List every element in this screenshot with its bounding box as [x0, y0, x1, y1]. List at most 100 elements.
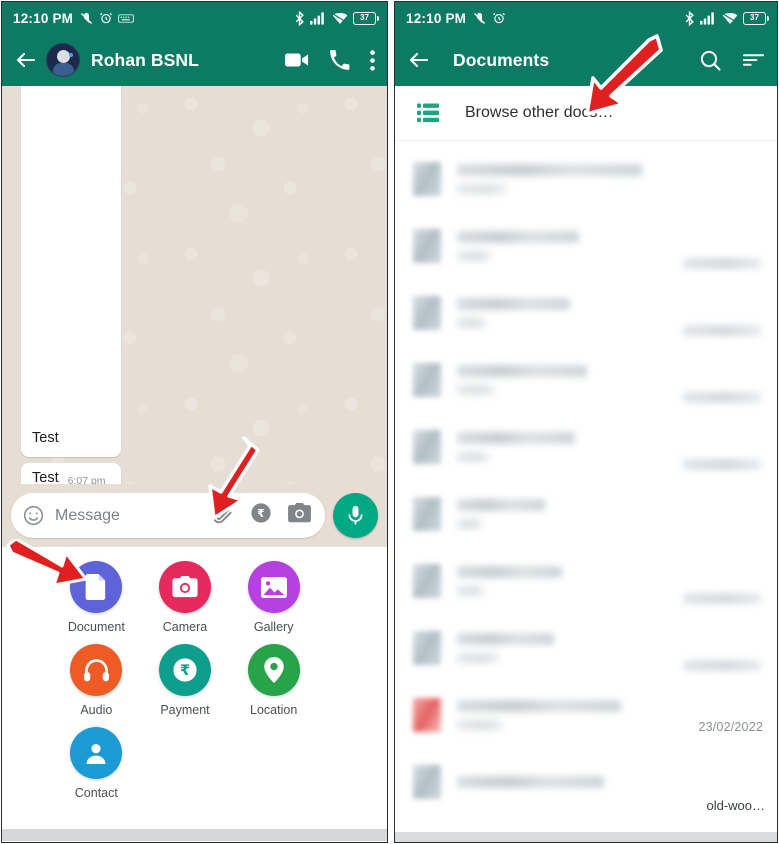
- overflow-menu-button[interactable]: [370, 49, 375, 71]
- payment-button[interactable]: ₹: [250, 502, 272, 529]
- message-input[interactable]: Message: [55, 507, 201, 525]
- document-meta: [457, 632, 667, 663]
- document-list-item[interactable]: 23/02/2022: [395, 681, 777, 748]
- attachment-label: Document: [67, 620, 125, 634]
- location-pin-icon: [263, 657, 284, 683]
- voice-call-button[interactable]: [329, 49, 350, 71]
- contact-circle: [70, 727, 123, 779]
- attachment-option-document[interactable]: Document: [52, 561, 141, 634]
- signal-icon: [700, 12, 714, 25]
- attachment-label: Audio: [80, 703, 113, 717]
- document-meta: [457, 498, 667, 529]
- status-bar-time: 12:10 PM: [406, 10, 467, 26]
- message-bubble-incoming-1[interactable]: Test: [21, 86, 121, 457]
- document-list-item[interactable]: [395, 614, 777, 681]
- status-bar-left-icons: [79, 11, 135, 26]
- document-list-item[interactable]: [395, 279, 777, 346]
- sort-icon: [742, 54, 765, 66]
- voice-record-button[interactable]: [333, 493, 378, 538]
- chat-message-area: Test Test 6:07 pm: [2, 86, 387, 484]
- document-date: 23/02/2022: [698, 720, 763, 734]
- message-text: Test: [32, 470, 59, 484]
- attachment-label: Gallery: [253, 620, 294, 634]
- document-sub-redacted: [457, 652, 499, 663]
- document-meta: [457, 163, 667, 194]
- attachment-option-gallery[interactable]: Gallery: [229, 561, 318, 634]
- document-circle: [70, 561, 123, 613]
- gallery-circle: [247, 561, 300, 613]
- document-name-redacted: [457, 431, 575, 444]
- alarm-icon: [100, 12, 113, 24]
- document-name-redacted: [457, 775, 604, 788]
- document-sub-redacted: [457, 317, 487, 328]
- document-name-redacted: [457, 163, 642, 176]
- document-list-item[interactable]: [395, 413, 777, 480]
- wifi-icon: [722, 12, 738, 24]
- mute-icon: [474, 12, 486, 24]
- whatsapp-chat-screen: 12:10 PM 37 Rohan BSNL Test Test 6:07 pm…: [1, 1, 388, 843]
- document-meta: [457, 565, 667, 596]
- emoji-button[interactable]: [22, 504, 45, 527]
- chat-app-bar: Rohan BSNL: [2, 34, 387, 86]
- attach-button[interactable]: [211, 502, 234, 530]
- battery-level: 37: [750, 13, 759, 22]
- paperclip-icon: [212, 502, 232, 523]
- document-size-redacted: [683, 258, 761, 269]
- battery-icon: 37: [353, 11, 379, 25]
- alarm-icon: [493, 12, 506, 24]
- message-input-pill[interactable]: Message ₹: [11, 493, 325, 538]
- document-list-item[interactable]: old-woo…: [395, 748, 777, 815]
- attachment-option-location[interactable]: Location: [229, 644, 318, 717]
- person-icon: [86, 744, 106, 764]
- document-meta: [457, 297, 667, 328]
- camera-icon: [288, 503, 311, 523]
- document-list-item[interactable]: [395, 480, 777, 547]
- document-name-redacted: [457, 565, 562, 578]
- message-bubble-incoming-2[interactable]: Test 6:07 pm: [21, 463, 121, 484]
- status-bar: 12:10 PM 37: [395, 2, 777, 34]
- browse-other-docs-row[interactable]: Browse other docs…: [395, 86, 777, 141]
- overflow-menu-icon: [370, 49, 375, 71]
- camera-icon: [172, 576, 198, 598]
- document-list-item[interactable]: [395, 547, 777, 614]
- avatar-head: [57, 50, 70, 63]
- document-thumbnail: [413, 697, 441, 732]
- avatar-accent: [69, 53, 73, 57]
- contact-avatar[interactable]: [46, 43, 80, 77]
- microphone-icon: [348, 505, 363, 525]
- battery-level: 37: [360, 13, 369, 22]
- back-icon[interactable]: [14, 48, 38, 72]
- document-size-redacted: [683, 392, 761, 403]
- status-bar-right-icons: 37: [294, 10, 379, 26]
- audio-circle: [70, 644, 123, 696]
- document-list-item[interactable]: [395, 212, 777, 279]
- composer-actions: ₹: [211, 502, 311, 530]
- back-icon[interactable]: [407, 48, 431, 72]
- document-name-redacted: [457, 699, 621, 712]
- attachment-option-camera[interactable]: Camera: [141, 561, 230, 634]
- document-list-item[interactable]: [395, 145, 777, 212]
- battery-icon: 37: [743, 11, 769, 25]
- attachment-option-payment[interactable]: ₹ Payment: [141, 644, 230, 717]
- attachment-option-contact[interactable]: Contact: [52, 727, 141, 800]
- document-size-redacted: [683, 593, 761, 604]
- document-list-item[interactable]: [395, 346, 777, 413]
- right-bottom-strip: [395, 832, 777, 842]
- document-thumbnail: [413, 228, 441, 263]
- documents-picker-screen: 12:10 PM 37 Documents Browse other docs……: [394, 1, 778, 843]
- document-sub-redacted: [457, 585, 485, 596]
- search-button[interactable]: [699, 49, 722, 72]
- camera-button[interactable]: [288, 503, 311, 528]
- message-text: Test: [32, 429, 59, 446]
- attachment-option-audio[interactable]: Audio: [52, 644, 141, 717]
- video-call-button[interactable]: [285, 51, 309, 69]
- left-bottom-strip: [2, 829, 387, 841]
- list-icon: [417, 103, 439, 123]
- attachment-label: Payment: [160, 703, 210, 717]
- attachment-label: Camera: [162, 620, 208, 634]
- document-sub-redacted: [457, 451, 489, 462]
- contact-name[interactable]: Rohan BSNL: [91, 50, 199, 71]
- page-title: Documents: [453, 49, 550, 70]
- sort-button[interactable]: [742, 52, 765, 68]
- chat-app-bar-actions: [285, 49, 375, 71]
